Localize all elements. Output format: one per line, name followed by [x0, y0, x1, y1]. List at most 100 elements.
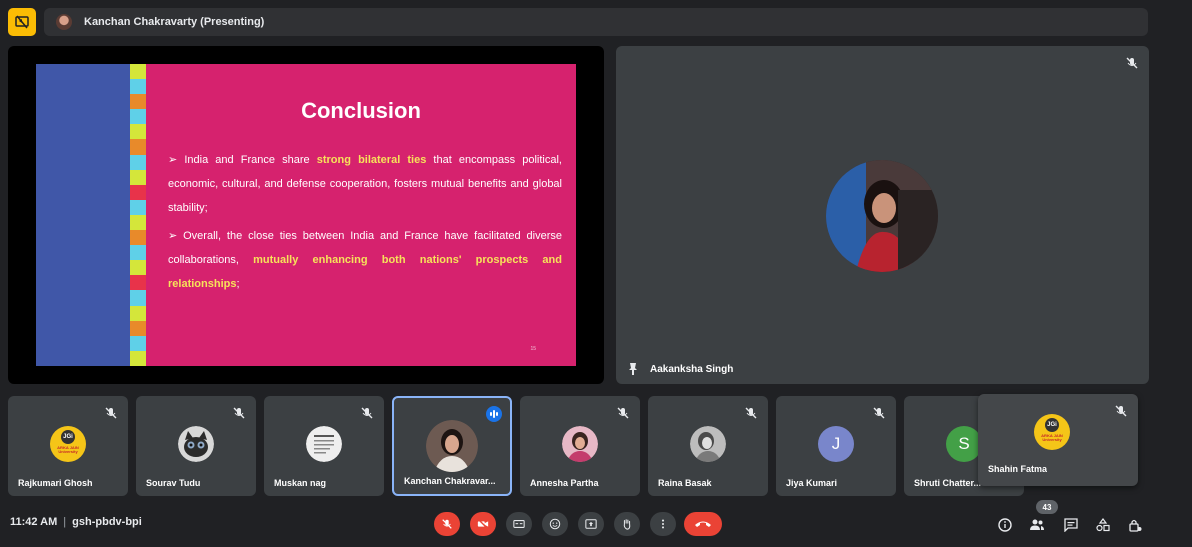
slide-title: Conclusion	[301, 98, 421, 123]
activities-button[interactable]	[1094, 516, 1112, 534]
letter-avatar: J	[818, 426, 854, 462]
hand-icon	[623, 519, 631, 530]
people-icon	[1030, 519, 1044, 530]
participant-tile[interactable]: Muskan nag	[264, 396, 384, 496]
present-now-button[interactable]	[578, 512, 604, 536]
participant-name: Rajkumari Ghosh	[18, 478, 93, 488]
participant-name: Shruti Chatter...	[914, 478, 982, 488]
slide-stripe	[130, 335, 146, 351]
mic-off-icon	[617, 407, 629, 419]
slide-stripe	[130, 64, 146, 80]
chat-button[interactable]	[1062, 516, 1080, 534]
participant-tile[interactable]: Annesha Partha	[520, 396, 640, 496]
slide-stripe	[130, 245, 146, 261]
letter-avatar: S	[946, 426, 982, 462]
mic-off-icon	[745, 407, 757, 419]
chat-icon	[1064, 518, 1078, 532]
separator: |	[63, 516, 67, 528]
camera-off-icon	[477, 518, 489, 530]
slide-stripe	[130, 94, 146, 110]
jgi-logo-mark: JGi	[61, 430, 75, 444]
presentation-icon[interactable]	[8, 8, 36, 36]
participant-name: Raina Basak	[658, 478, 712, 488]
slide-page-number: 15	[530, 346, 536, 352]
slide: Conclusion ➢ India and France share stro…	[36, 64, 576, 366]
participant-tile[interactable]: J Jiya Kumari	[776, 396, 896, 496]
mic-off-icon	[105, 407, 117, 419]
slide-stripe	[130, 350, 146, 366]
spotlight-name-label: Aakanksha Singh	[626, 362, 733, 376]
reactions-button[interactable]	[542, 512, 568, 536]
raise-hand-button[interactable]	[614, 512, 640, 536]
profile-avatar	[426, 420, 478, 472]
top-bar: Kanchan Chakravarty (Presenting)	[8, 8, 1148, 38]
speaking-indicator-icon	[486, 406, 502, 422]
bullet-2-suffix: ;	[236, 278, 240, 290]
presenter-avatar	[56, 14, 72, 30]
profile-avatar	[690, 426, 726, 462]
spotlight-avatar	[826, 160, 938, 272]
jgi-logo-line-2: University	[58, 449, 78, 454]
participant-tile-hover[interactable]: JGi ARKA JAIN University Shahin Fatma	[978, 394, 1138, 486]
slide-stripe	[130, 290, 146, 306]
participant-name: Jiya Kumari	[786, 478, 838, 488]
mic-off-icon	[442, 519, 452, 529]
mic-off-icon	[361, 407, 373, 419]
slide-stripe	[130, 79, 146, 95]
slide-left-bar	[36, 64, 130, 366]
hang-up-icon	[695, 521, 711, 527]
meeting-code[interactable]: gsh-pbdv-bpi	[72, 516, 142, 528]
captions-button[interactable]	[506, 512, 532, 536]
slide-stripe	[130, 124, 146, 140]
spotlight-tile[interactable]: Aakanksha Singh	[616, 46, 1149, 384]
bullet-1-highlight: strong bilateral ties	[316, 154, 427, 166]
presentation-stage[interactable]: Conclusion ➢ India and France share stro…	[8, 46, 604, 384]
host-controls-button[interactable]	[1126, 516, 1144, 534]
bottom-control-bar: 11:42 AM | gsh-pbdv-bpi 43	[0, 500, 1192, 547]
leave-call-button[interactable]	[684, 512, 722, 536]
clock-time: 11:42 AM	[10, 516, 58, 528]
jgi-logo-avatar: JGi ARKA JAIN University	[1034, 414, 1070, 450]
jgi-logo-avatar: JGi ARKA JAIN University	[50, 426, 86, 462]
lock-person-icon	[1129, 519, 1142, 532]
spotlight-name: Aakanksha Singh	[650, 363, 734, 375]
mic-off-icon	[1115, 405, 1127, 417]
mic-off-button[interactable]	[434, 512, 460, 536]
meeting-details-button[interactable]	[996, 516, 1014, 534]
slide-bullet-2: ➢ Overall, the close ties between India …	[168, 230, 562, 290]
participant-tile-active-speaker[interactable]: Kanchan Chakravar...	[392, 396, 512, 496]
cat-avatar	[178, 426, 214, 462]
participant-name: Muskan nag	[274, 478, 327, 488]
slide-body: ➢ India and France share strong bilatera…	[168, 148, 562, 300]
participant-tile[interactable]: Sourav Tudu	[136, 396, 256, 496]
slide-stripe	[130, 184, 146, 200]
more-options-button[interactable]	[650, 512, 676, 536]
camera-off-button[interactable]	[470, 512, 496, 536]
mic-off-icon	[1126, 57, 1138, 69]
jgi-logo-mark: JGi	[1045, 418, 1059, 432]
participant-strip: JGi ARKA JAIN University Rajkumari Ghosh S…	[8, 394, 1148, 496]
slide-stripe	[130, 214, 146, 231]
slide-stripe	[130, 320, 146, 336]
slide-color-stripes	[130, 64, 146, 366]
pin-icon[interactable]	[626, 362, 640, 376]
slide-stripe	[130, 199, 146, 215]
profile-avatar	[562, 426, 598, 462]
slide-stripe	[130, 275, 146, 291]
bullet-1-prefix: India and France share	[184, 154, 317, 166]
participant-tile[interactable]: Raina Basak	[648, 396, 768, 496]
presenter-label: Kanchan Chakravarty (Presenting)	[84, 16, 265, 28]
participant-name: Sourav Tudu	[146, 478, 201, 488]
present-screen-icon	[585, 519, 597, 529]
slide-stripe	[130, 109, 146, 125]
slide-stripe	[130, 169, 146, 185]
participant-name: Shahin Fatma	[988, 464, 1048, 474]
document-avatar	[306, 426, 342, 462]
meeting-info: 11:42 AM | gsh-pbdv-bpi	[10, 516, 142, 528]
people-count-badge: 43	[1036, 500, 1058, 514]
jgi-logo-text: ARKA JAIN University	[1039, 434, 1065, 442]
slide-bullet-1: ➢ India and France share strong bilatera…	[168, 154, 562, 214]
people-button[interactable]	[1028, 516, 1046, 534]
participant-tile[interactable]: JGi ARKA JAIN University Rajkumari Ghosh	[8, 396, 128, 496]
presenter-banner[interactable]: Kanchan Chakravarty (Presenting)	[44, 8, 1148, 36]
